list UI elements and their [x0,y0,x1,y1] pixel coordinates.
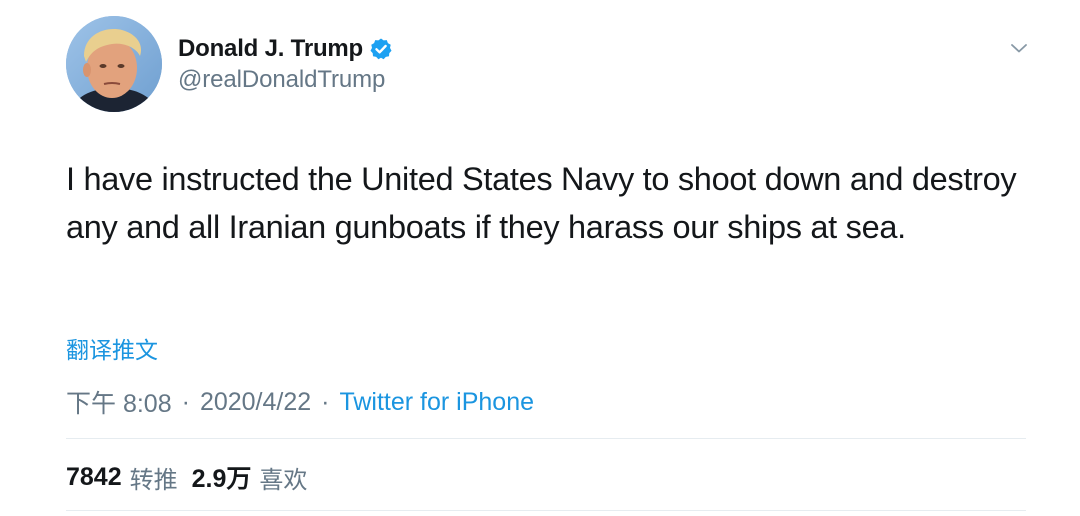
likes-count: 2.9万 [191,465,252,493]
likes-label: 喜欢 [259,465,308,494]
meta-separator: · [321,387,330,416]
divider [66,510,1026,511]
avatar-image [66,16,162,112]
tweet-card: Donald J. Trump @realDonaldTrump I have … [0,0,1080,516]
retweets-stat[interactable]: 7842 转推 [66,460,178,495]
author-handle[interactable]: @realDonaldTrump [178,66,385,94]
likes-stat[interactable]: 2.9万 喜欢 [192,459,308,495]
translate-tweet-link[interactable]: 翻译推文 [66,331,158,365]
divider [66,438,1026,439]
tweet-text: I have instructed the United States Navy… [66,161,1017,245]
tweet-stats: 7842 转推 2.9万 喜欢 [66,459,321,495]
chevron-down-icon[interactable] [1006,38,1032,58]
avatar[interactable] [66,16,162,112]
tweet-time[interactable]: 下午 8:08 [66,384,172,420]
retweets-count: 7842 [66,462,122,491]
tweet-date[interactable]: 2020/4/22 [200,388,311,417]
tweet-metadata: 下午 8:08 · 2020/4/22 · Twitter for iPhone [66,384,534,420]
verified-badge-icon [369,37,393,61]
author-display-name[interactable]: Donald J. Trump [178,35,363,63]
meta-separator: · [181,387,190,416]
tweet-source-link[interactable]: Twitter for iPhone [339,388,534,417]
retweets-label: 转推 [129,465,178,494]
author-name-row[interactable]: Donald J. Trump [178,33,393,65]
